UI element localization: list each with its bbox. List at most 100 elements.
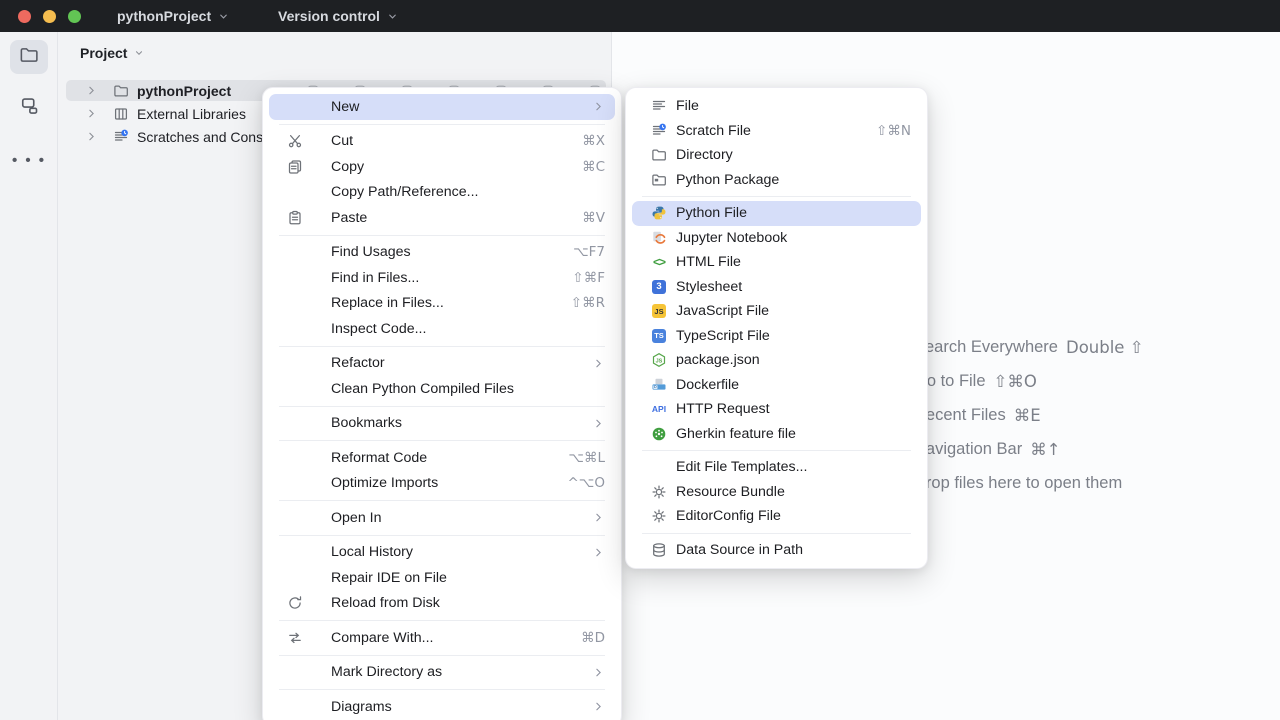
tree-item-label: pythonProject xyxy=(137,83,231,99)
packagejson-icon: JS xyxy=(650,352,668,368)
menu-item-edit-file-templates[interactable]: Edit File Templates... xyxy=(632,455,921,480)
menu-item-label: Python File xyxy=(676,205,747,221)
menu-item-clean-python-compiled-files[interactable]: Clean Python Compiled Files xyxy=(269,376,615,402)
menu-item-shortcut: ⌘X xyxy=(570,133,605,149)
menu-item-label: Paste xyxy=(331,210,367,226)
menu-item-paste[interactable]: Paste ⌘V xyxy=(269,205,615,231)
menu-item-label: Bookmarks xyxy=(331,415,402,431)
project-widget-label: pythonProject xyxy=(117,8,211,24)
menu-item-typescript-file[interactable]: TSTypeScript File xyxy=(632,324,921,349)
menu-item-cut[interactable]: Cut⌘X xyxy=(269,129,615,155)
menu-item-diagrams[interactable]: Diagrams xyxy=(269,694,615,720)
menu-separator xyxy=(279,655,605,656)
traffic-light-minimize-button[interactable] xyxy=(43,10,56,23)
menu-item-local-history[interactable]: Local History xyxy=(269,540,615,566)
menu-item-python-file[interactable]: Python File xyxy=(632,201,921,226)
menu-item-python-package[interactable]: Python Package xyxy=(632,168,921,193)
editor-hint-recent-files: Recent Files⌘E xyxy=(914,404,1041,426)
menu-item-package-json[interactable]: JS package.json xyxy=(632,348,921,373)
menu-item-gherkin-feature-file[interactable]: Gherkin feature file xyxy=(632,422,921,447)
menu-item-file[interactable]: File xyxy=(632,94,921,119)
chevron-right-icon[interactable] xyxy=(85,107,99,120)
version-control-widget[interactable]: Version control xyxy=(278,0,398,32)
traffic-light-close-button[interactable] xyxy=(18,10,31,23)
hint-shortcut: ⌘↑ xyxy=(1030,440,1060,459)
menu-item-data-source-in-path[interactable]: Data Source in Path xyxy=(632,538,921,563)
menu-item-inspect-code[interactable]: Inspect Code... xyxy=(269,316,615,342)
menu-item-http-request[interactable]: APIHTTP Request xyxy=(632,397,921,422)
chevron-down-icon xyxy=(387,11,398,22)
menu-item-label: Resource Bundle xyxy=(676,484,785,500)
more-tool-windows-button[interactable]: • • • xyxy=(0,152,58,169)
menu-item-optimize-imports[interactable]: Optimize Imports^⌥O xyxy=(269,471,615,497)
menu-item-shortcut: ⌥F7 xyxy=(561,244,605,260)
menu-item-dockerfile[interactable]: DDockerfile xyxy=(632,373,921,398)
menu-separator xyxy=(279,440,605,441)
menu-item-label: New xyxy=(331,99,359,115)
menu-item-resource-bundle[interactable]: Resource Bundle xyxy=(632,480,921,505)
menu-item-directory[interactable]: Directory xyxy=(632,143,921,168)
menu-item-jupyter-notebook[interactable]: Jupyter Notebook xyxy=(632,226,921,251)
menu-item-label: Scratch File xyxy=(676,123,751,139)
submenu-arrow-icon xyxy=(592,700,605,713)
chevron-right-icon[interactable] xyxy=(85,84,99,97)
submenu-arrow-icon xyxy=(592,546,605,559)
menu-item-label: Find in Files... xyxy=(331,270,419,286)
menu-item-copy-path-reference[interactable]: Copy Path/Reference... xyxy=(269,180,615,206)
menu-item-reload-from-disk[interactable]: Reload from Disk xyxy=(269,591,615,617)
more-dots-icon: • • • xyxy=(12,152,46,169)
file-icon xyxy=(650,98,668,114)
menu-item-new[interactable]: New xyxy=(269,94,615,120)
hint-action: Navigation Bar xyxy=(914,440,1022,459)
menu-item-copy[interactable]: Copy⌘C xyxy=(269,154,615,180)
menu-item-label: Dockerfile xyxy=(676,377,739,393)
menu-item-label: Inspect Code... xyxy=(331,321,426,337)
scratches-icon xyxy=(112,129,130,145)
menu-item-shortcut: ⌘V xyxy=(570,210,605,226)
menu-item-shortcut: ⇧⌘F xyxy=(560,270,605,286)
sidebar-item-project[interactable] xyxy=(10,40,48,74)
menu-separator xyxy=(279,346,605,347)
menu-item-label: Clean Python Compiled Files xyxy=(331,381,514,397)
menu-item-editorconfig-file[interactable]: EditorConfig File xyxy=(632,504,921,529)
menu-item-open-in[interactable]: Open In xyxy=(269,505,615,531)
project-panel-title: Project xyxy=(80,45,127,61)
chevron-right-icon[interactable] xyxy=(85,130,99,143)
menu-item-javascript-file[interactable]: JSJavaScript File xyxy=(632,299,921,324)
traffic-light-zoom-button[interactable] xyxy=(68,10,81,23)
hint-action: Search Everywhere xyxy=(914,338,1058,357)
menu-item-scratch-file[interactable]: Scratch File⇧⌘N xyxy=(632,119,921,144)
menu-item-stylesheet[interactable]: 3Stylesheet xyxy=(632,275,921,300)
menu-separator xyxy=(279,689,605,690)
folder-icon xyxy=(650,147,668,163)
menu-item-label: Directory xyxy=(676,147,733,163)
menu-separator xyxy=(279,406,605,407)
folder-icon xyxy=(112,83,130,99)
menu-item-mark-directory-as[interactable]: Mark Directory as xyxy=(269,660,615,686)
menu-item-find-in-files[interactable]: Find in Files... ⇧⌘F xyxy=(269,265,615,291)
menu-item-label: Optimize Imports xyxy=(331,475,438,491)
menu-item-repair-ide-on-file[interactable]: Repair IDE on File xyxy=(269,565,615,591)
editor-hint-navigation-bar: Navigation Bar ⌘↑ xyxy=(914,438,1061,460)
menu-separator xyxy=(642,450,911,451)
menu-item-replace-in-files[interactable]: Replace in Files...⇧⌘R xyxy=(269,291,615,317)
html-icon: <> xyxy=(650,255,668,269)
menu-item-find-usages[interactable]: Find Usages⌥F7 xyxy=(269,240,615,266)
menu-item-bookmarks[interactable]: Bookmarks xyxy=(269,411,615,437)
menu-item-compare-with[interactable]: Compare With...⌘D xyxy=(269,625,615,651)
menu-item-label: package.json xyxy=(676,352,760,368)
cut-icon xyxy=(285,133,305,149)
project-widget[interactable]: pythonProject xyxy=(117,0,229,32)
menu-item-refactor[interactable]: Refactor xyxy=(269,351,615,377)
menu-item-label: EditorConfig File xyxy=(676,508,781,524)
gear-icon xyxy=(650,508,668,524)
project-panel-header[interactable]: Project xyxy=(80,45,144,61)
menu-separator xyxy=(279,620,605,621)
submenu-arrow-icon xyxy=(592,357,605,370)
menu-item-reformat-code[interactable]: Reformat Code⌥⌘L xyxy=(269,445,615,471)
submenu-arrow-icon xyxy=(592,511,605,524)
menu-item-html-file[interactable]: <>HTML File xyxy=(632,250,921,275)
menu-item-label: Diagrams xyxy=(331,699,392,715)
sidebar-item-structure[interactable] xyxy=(10,90,48,124)
menu-item-label: Replace in Files... xyxy=(331,295,444,311)
